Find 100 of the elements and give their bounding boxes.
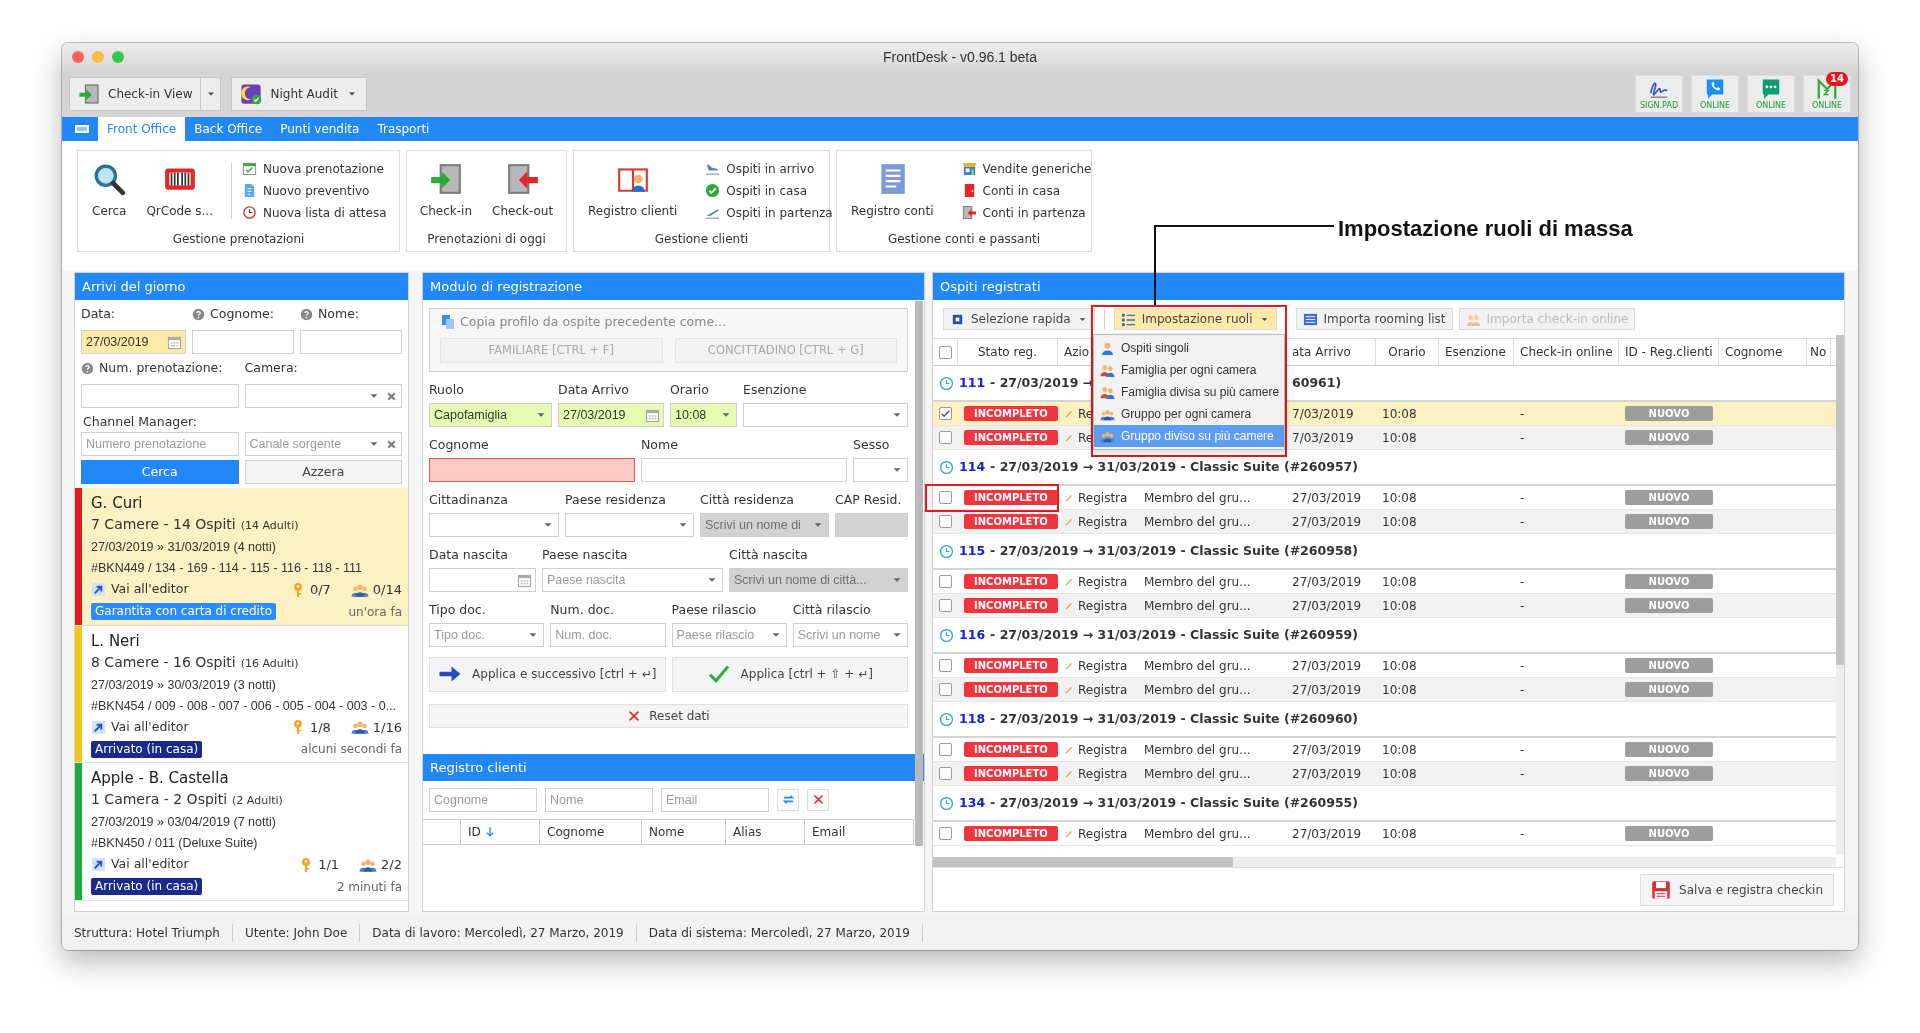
- ribbon-button[interactable]: Registro clienti: [580, 159, 686, 222]
- dropdown-button[interactable]: Impostazione ruoli: [1113, 308, 1277, 330]
- view-button[interactable]: Check-in View: [69, 77, 202, 111]
- room-number[interactable]: 114: [959, 457, 986, 477]
- ribbon-item[interactable]: Nuovo preventivo: [242, 181, 387, 200]
- input-field[interactable]: Cognome: [429, 787, 537, 812]
- input-field[interactable]: [81, 384, 239, 408]
- ribbon-button[interactable]: QrCode s...: [138, 159, 221, 222]
- refresh-button[interactable]: [777, 788, 799, 811]
- ribbon-item[interactable]: Ospiti in casa: [705, 181, 833, 200]
- booking-card[interactable]: G. Curi 7 Camere - 14 Ospiti (14 Adulti) 27/03/2019 » 31/03/2019 (4 notti) #BKN449 / 134 - 169 - 114 - 115 - 116 - 118 - 111 Vai all'editor 0/7 0/14 Garantita con carta di credito un'ora fa: [75, 488, 408, 626]
- editor-link[interactable]: Vai all'editor: [91, 717, 189, 737]
- tab[interactable]: Trasporti: [368, 117, 439, 141]
- column-header[interactable]: Esenzione: [1439, 339, 1514, 365]
- column-header[interactable]: ID: [461, 819, 540, 844]
- dropdown-button[interactable]: Selezione rapida: [943, 308, 1095, 330]
- input-field[interactable]: Email: [661, 787, 769, 812]
- audit-button[interactable]: Night Audit: [231, 77, 367, 111]
- dropdown-field[interactable]: [743, 402, 908, 427]
- ribbon-item[interactable]: Ospiti in partenza: [705, 203, 833, 222]
- action-link[interactable]: Registra: [1078, 824, 1128, 843]
- menu-item[interactable]: Ospiti singoli: [1094, 337, 1284, 359]
- menu-item[interactable]: Famiglia divisa su più camere: [1094, 381, 1284, 403]
- column-header[interactable]: No: [1807, 339, 1831, 365]
- ribbon-item[interactable]: Nuova lista di attesa: [242, 203, 387, 222]
- input-field[interactable]: [300, 330, 402, 354]
- checkbox[interactable]: [939, 515, 952, 528]
- input-field[interactable]: Nome: [545, 787, 653, 812]
- menu-item[interactable]: Famiglia per ogni camera: [1094, 359, 1284, 381]
- checkbox[interactable]: [939, 599, 952, 612]
- clear-button[interactable]: [807, 788, 829, 811]
- editor-link[interactable]: Vai all'editor: [91, 580, 189, 600]
- column-header[interactable]: Nome: [642, 819, 726, 844]
- dropdown-toggle[interactable]: [201, 77, 222, 111]
- date-field[interactable]: [429, 567, 536, 592]
- room-number[interactable]: 115: [959, 541, 986, 561]
- ribbon-button[interactable]: Registro conti: [843, 159, 942, 222]
- action-link[interactable]: Registra: [1078, 572, 1128, 591]
- room-number[interactable]: 134: [959, 793, 986, 813]
- menu-item[interactable]: Gruppo per ogni camera: [1094, 403, 1284, 425]
- date-field[interactable]: 27/03/2019: [81, 330, 186, 354]
- ribbon-button[interactable]: Cerca: [84, 159, 135, 222]
- column-header[interactable]: Alias: [726, 819, 805, 844]
- ribbon-item[interactable]: Vendite generiche: [961, 159, 1092, 178]
- room-number[interactable]: 116: [959, 625, 986, 645]
- tab[interactable]: Punti vendita: [271, 117, 369, 141]
- apply-button[interactable]: Applica [ctrl + ⇧ + ↵]: [671, 656, 908, 692]
- checkbox[interactable]: [939, 743, 952, 756]
- tab[interactable]: Back Office: [185, 117, 272, 141]
- ribbon-item[interactable]: Conti in casa: [961, 181, 1092, 200]
- dropdown-field[interactable]: [565, 512, 694, 537]
- dropdown-field[interactable]: 10:08: [670, 402, 737, 427]
- dropdown-field[interactable]: Scrivi un nome: [792, 622, 908, 647]
- column-header[interactable]: Stato reg.: [958, 339, 1058, 365]
- action-link[interactable]: Registra: [1078, 764, 1128, 783]
- column-header[interactable]: Orario: [1376, 339, 1439, 365]
- action-link[interactable]: Registra: [1078, 512, 1128, 531]
- action-button[interactable]: Azzera: [244, 460, 402, 484]
- scrollbar[interactable]: [1836, 335, 1844, 665]
- input-field[interactable]: Num. doc.: [550, 622, 666, 647]
- scrollbar[interactable]: [915, 301, 923, 846]
- input-field[interactable]: Numero prenotazione: [81, 432, 239, 456]
- column-header[interactable]: Cognome: [540, 819, 642, 844]
- dropdown-field[interactable]: Paese rilascio: [671, 622, 787, 647]
- dropdown-field[interactable]: Capofamiglia: [429, 402, 552, 427]
- column-header[interactable]: ID - Reg.clienti: [1619, 339, 1719, 365]
- reset-button[interactable]: Reset dati: [429, 703, 908, 728]
- checkbox[interactable]: [939, 491, 952, 504]
- dropdown-field[interactable]: [244, 384, 402, 408]
- action-link[interactable]: Registra: [1078, 596, 1128, 615]
- dropdown-field[interactable]: Canale sorgente: [244, 432, 402, 456]
- toolbar-button[interactable]: Importa rooming list: [1295, 308, 1453, 330]
- table-row[interactable]: INCOMPLETO Registra Membro del gru... 27/03/2019 10:08 - NUOVO: [933, 762, 1836, 786]
- table-row[interactable]: INCOMPLETO Registra Membro del gru... 27/03/2019 10:08 - NUOVO: [933, 678, 1836, 702]
- column-header[interactable]: Cognome: [1719, 339, 1807, 365]
- ribbon-item[interactable]: Ospiti in arrivo: [705, 159, 833, 178]
- checkbox[interactable]: [939, 827, 952, 840]
- scrollbar[interactable]: [933, 857, 1233, 867]
- action-link[interactable]: Registra: [1078, 656, 1128, 675]
- save-button[interactable]: Salva e registra checkin: [1640, 873, 1834, 906]
- room-number[interactable]: 111: [959, 373, 986, 393]
- date-field[interactable]: 27/03/2019: [558, 402, 664, 427]
- action-link[interactable]: Registra: [1078, 488, 1128, 507]
- checkbox[interactable]: [939, 431, 952, 444]
- checkbox[interactable]: [939, 659, 952, 672]
- status-button[interactable]: ONLINE 14: [1803, 75, 1851, 113]
- tab[interactable]: Front Office: [98, 117, 186, 141]
- checkbox[interactable]: [939, 767, 952, 780]
- dropdown-field[interactable]: Paese nascita: [542, 567, 723, 592]
- table-row[interactable]: INCOMPLETO Registra Membro del gru... 27/03/2019 10:08 - NUOVO: [933, 594, 1836, 618]
- input-field[interactable]: [429, 457, 635, 482]
- checkbox[interactable]: [939, 575, 952, 588]
- ribbon-button[interactable]: Check-in: [411, 159, 481, 222]
- booking-card[interactable]: Apple - B. Castella 1 Camera - 2 Ospiti (2 Adulti) 27/03/2019 » 03/04/2019 (7 notti) #BKN450 / 011 (Deluxe Suite) Vai all'editor 1/1 2/2 Arrivato (in casa) 2 minuti fa: [75, 763, 408, 901]
- column-header[interactable]: ata Arrivo: [1286, 339, 1376, 365]
- action-button[interactable]: Cerca: [81, 460, 239, 484]
- apply-button[interactable]: Applica e successivo [ctrl + ↵]: [429, 656, 666, 692]
- column-header[interactable]: Email: [805, 819, 914, 844]
- ribbon-item[interactable]: Conti in partenza: [961, 203, 1092, 222]
- room-number[interactable]: 118: [959, 709, 986, 729]
